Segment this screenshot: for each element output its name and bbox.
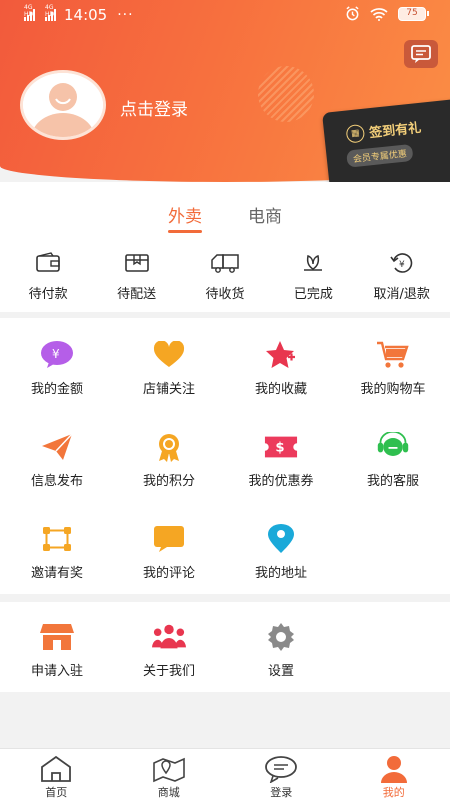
feature-label: 我的客服 xyxy=(366,474,419,489)
coupon-icon: $ xyxy=(264,436,298,458)
tab-label: 首页 xyxy=(45,786,68,799)
default-avatar-icon xyxy=(23,73,103,137)
my-comments[interactable]: 我的评论 xyxy=(113,502,225,594)
settings-panel: 申请入驻 关于我们 设置 xyxy=(0,602,450,692)
clock: 14:05 xyxy=(64,6,108,24)
location-icon xyxy=(268,524,294,553)
chat-icon xyxy=(265,756,298,783)
post-info[interactable]: 信息发布 xyxy=(1,410,113,502)
my-customer-service[interactable]: 我的客服 xyxy=(337,410,449,502)
home-icon xyxy=(41,755,72,782)
signal-icon: 4G HD xyxy=(45,4,56,21)
my-balance[interactable]: ¥ 我的金额 xyxy=(1,318,113,410)
package-icon xyxy=(124,254,149,272)
gear-icon xyxy=(268,623,294,651)
message-icon xyxy=(411,45,431,63)
map-icon xyxy=(152,757,185,783)
alarm-icon xyxy=(346,6,359,21)
user-icon xyxy=(380,756,407,783)
tab-mine[interactable]: 我的 xyxy=(338,749,450,800)
feature-label: 我的收藏 xyxy=(254,382,307,397)
my-favorites[interactable]: 我的收藏 xyxy=(225,318,337,410)
tab-home[interactable]: 首页 xyxy=(0,749,113,800)
wallet-icon xyxy=(36,252,60,272)
tab-ecommerce[interactable]: 电商 xyxy=(248,202,282,231)
decorative-circle xyxy=(258,66,314,122)
feature-label: 我的金额 xyxy=(30,382,83,397)
feature-label: 我的积分 xyxy=(142,474,195,489)
followed-stores[interactable]: 店铺关注 xyxy=(113,318,225,410)
star-icon xyxy=(266,341,295,368)
yen-icon: ¥ xyxy=(41,341,73,368)
order-refund[interactable]: ¥ 取消/退款 xyxy=(358,250,446,302)
svg-text:$: $ xyxy=(275,441,284,456)
heart-icon xyxy=(153,341,185,367)
order-type-tabs: 外卖 电商 xyxy=(0,202,450,233)
more-status-icon: ··· xyxy=(117,7,134,23)
feature-label: 关于我们 xyxy=(142,664,195,679)
order-pending-receipt[interactable]: 待收货 xyxy=(181,250,269,302)
login-link[interactable]: 点击登录 xyxy=(120,95,188,120)
features-panel: ¥ 我的金额 店铺关注 我的收藏 我的购物车 信息发布 我的积分 $ 我的优惠券 xyxy=(0,318,450,594)
calendar-icon: ▦ xyxy=(345,123,366,144)
my-coupons[interactable]: $ 我的优惠券 xyxy=(225,410,337,502)
settings[interactable]: 设置 xyxy=(225,602,337,694)
tab-takeout[interactable]: 外卖 xyxy=(168,202,202,233)
signin-subtitle: 会员专属优惠 xyxy=(346,143,414,168)
share-icon xyxy=(43,527,71,551)
cart-icon xyxy=(377,341,409,368)
order-pending-payment[interactable]: 待付款 xyxy=(4,250,92,302)
feature-label: 申请入驻 xyxy=(30,664,83,679)
signin-title: 签到有礼 xyxy=(368,120,422,142)
feature-label: 我的购物车 xyxy=(360,382,426,397)
headset-icon xyxy=(377,432,409,456)
svg-text:¥: ¥ xyxy=(52,347,60,361)
bottom-tab-bar: 首页 商城 登录 我的 xyxy=(0,748,450,800)
feature-label: 我的地址 xyxy=(254,566,307,581)
message-button[interactable] xyxy=(404,40,438,68)
feature-label: 店铺关注 xyxy=(142,382,195,397)
my-cart[interactable]: 我的购物车 xyxy=(337,318,449,410)
tab-label: 登录 xyxy=(270,786,293,799)
avatar[interactable] xyxy=(20,70,106,140)
tab-login[interactable]: 登录 xyxy=(225,749,338,800)
refund-icon: ¥ xyxy=(390,253,412,273)
order-label: 取消/退款 xyxy=(373,287,430,302)
feature-label: 邀请有奖 xyxy=(30,566,83,581)
order-pending-delivery[interactable]: 待配送 xyxy=(93,250,181,302)
order-label: 待付款 xyxy=(28,287,68,302)
paper-plane-icon xyxy=(42,433,73,460)
order-label: 已完成 xyxy=(293,287,333,302)
status-bar: 4G HD 4G HD 14:05 ··· 75 xyxy=(0,0,450,30)
order-label: 待收货 xyxy=(205,287,245,302)
feature-label: 我的评论 xyxy=(142,566,195,581)
tab-label: 商城 xyxy=(157,786,180,799)
tab-mall[interactable]: 商城 xyxy=(113,749,226,800)
invite-rewards[interactable]: 邀请有奖 xyxy=(1,502,113,594)
lotus-icon xyxy=(304,255,323,271)
tab-label: 我的 xyxy=(382,786,405,799)
comment-icon xyxy=(154,526,184,552)
about-us[interactable]: 关于我们 xyxy=(113,602,225,694)
apply-merchant[interactable]: 申请入驻 xyxy=(1,602,113,694)
medal-icon xyxy=(159,434,179,462)
battery-icon: 75 xyxy=(398,6,429,21)
order-label: 待配送 xyxy=(117,287,157,302)
order-completed[interactable]: 已完成 xyxy=(269,250,357,302)
wifi-icon xyxy=(370,7,388,21)
feature-label: 设置 xyxy=(267,664,294,679)
feature-label: 我的优惠券 xyxy=(248,474,314,489)
my-points[interactable]: 我的积分 xyxy=(113,410,225,502)
svg-text:¥: ¥ xyxy=(399,260,405,270)
group-icon xyxy=(152,624,186,649)
feature-label: 信息发布 xyxy=(30,474,83,489)
store-icon xyxy=(40,624,74,650)
orders-section: 外卖 电商 待付款 待配送 待收货 已完成 ¥ 取消/退款 xyxy=(0,182,450,312)
truck-icon xyxy=(211,254,239,273)
signal-icon: 4G HD xyxy=(24,4,35,21)
my-address[interactable]: 我的地址 xyxy=(225,502,337,594)
